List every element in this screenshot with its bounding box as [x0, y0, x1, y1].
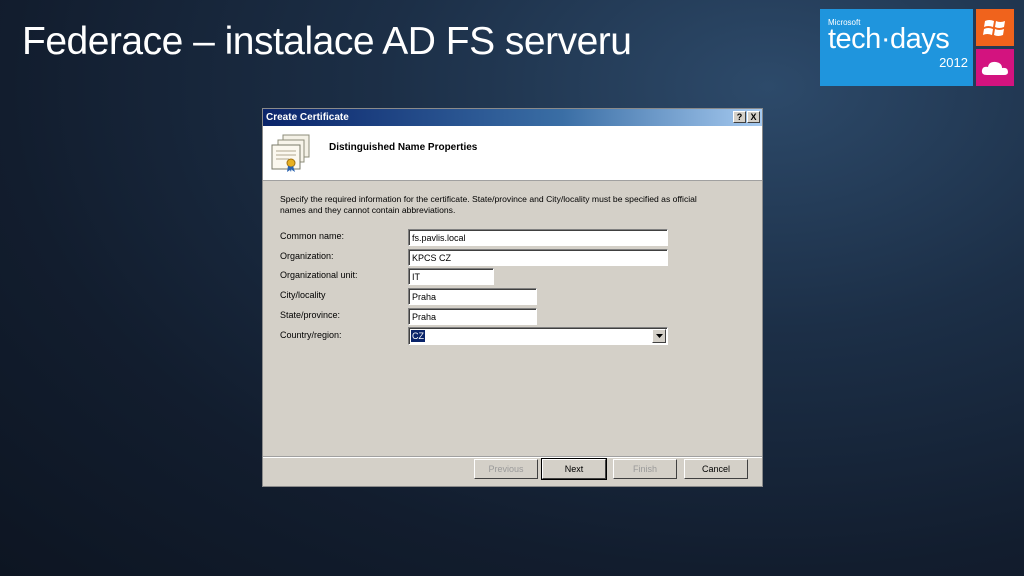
- common-name-field[interactable]: fs.pavlis.local: [408, 229, 668, 246]
- techdays-logo: Microsoft tech·days 2012: [820, 9, 1015, 86]
- organizational-unit-field[interactable]: IT: [408, 268, 494, 285]
- cloud-icon: [976, 49, 1014, 86]
- logo-wordmark: tech·days: [828, 23, 950, 55]
- country-select-value: CZ: [411, 330, 425, 342]
- footer-divider-highlight: [263, 457, 762, 458]
- slide-title: Federace – instalace AD FS serveru: [22, 20, 632, 63]
- dialog-title: Create Certificate: [266, 112, 349, 123]
- city-field[interactable]: Praha: [408, 288, 537, 305]
- next-button[interactable]: Next: [541, 458, 607, 480]
- state-label: State/province:: [280, 310, 341, 320]
- organization-label: Organization:: [280, 251, 334, 261]
- help-button[interactable]: ?: [733, 111, 746, 123]
- dialog-header: Distinguished Name Properties: [263, 126, 762, 181]
- cancel-button[interactable]: Cancel: [684, 459, 748, 479]
- common-name-label: Common name:: [280, 231, 345, 241]
- logo-main-tile: Microsoft tech·days 2012: [820, 9, 973, 86]
- close-button[interactable]: X: [747, 111, 760, 123]
- organizational-unit-label: Organizational unit:: [280, 270, 358, 280]
- windows-icon: [976, 9, 1014, 46]
- country-label: Country/region:: [280, 330, 342, 340]
- state-field[interactable]: Praha: [408, 308, 537, 325]
- certificate-icon: [269, 133, 313, 173]
- create-certificate-dialog: Create Certificate ? X Distinguished Nam…: [262, 108, 763, 487]
- previous-button[interactable]: Previous: [474, 459, 538, 479]
- header-title: Distinguished Name Properties: [329, 142, 478, 153]
- logo-year: 2012: [939, 55, 968, 70]
- instructions-text: Specify the required information for the…: [280, 194, 697, 215]
- country-select[interactable]: CZ: [408, 327, 668, 345]
- chevron-down-icon[interactable]: [652, 329, 666, 343]
- city-label: City/locality: [280, 290, 326, 300]
- finish-button[interactable]: Finish: [613, 459, 677, 479]
- organization-field[interactable]: KPCS CZ: [408, 249, 668, 266]
- dialog-titlebar[interactable]: Create Certificate ? X: [263, 109, 762, 126]
